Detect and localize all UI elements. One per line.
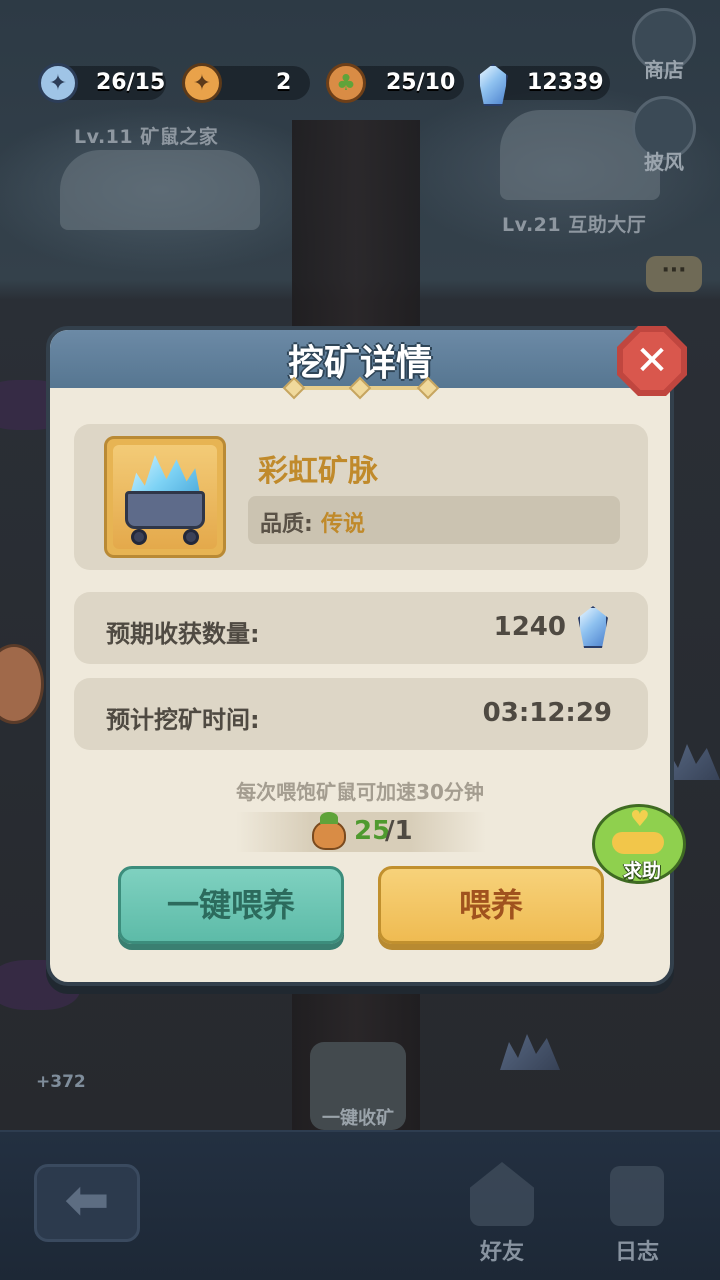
nav-log-label[interactable]: 日志 bbox=[597, 1234, 677, 1266]
carrot-basket-icon bbox=[312, 820, 346, 850]
expected-yield-value: 1240 bbox=[493, 612, 566, 642]
building-label-help-hall[interactable]: Lv.21 互助大厅 bbox=[502, 210, 646, 237]
quality-label: 品质: bbox=[260, 512, 313, 537]
mine-gain-label: +372 bbox=[36, 1072, 86, 1092]
back-button[interactable]: ⬅ bbox=[34, 1164, 140, 1242]
building-label-rat-home[interactable]: Lv.11 矿鼠之家 bbox=[74, 122, 218, 149]
close-icon: ✕ bbox=[623, 332, 681, 390]
expected-time-label: 预计挖矿时间: bbox=[106, 706, 260, 734]
nav-friends-label[interactable]: 好友 bbox=[462, 1234, 542, 1266]
expected-yield-label: 预期收获数量: bbox=[106, 620, 260, 648]
feed-required-count: /1 bbox=[385, 816, 413, 846]
log-book-icon[interactable] bbox=[610, 1166, 664, 1226]
shop-label: 商店 bbox=[644, 58, 684, 82]
carrot-leaf-decor bbox=[320, 812, 338, 824]
crystal-mine-cart-icon bbox=[104, 436, 226, 558]
heart-icon: ♥ bbox=[630, 807, 650, 832]
collect-all-label: 一键收矿 bbox=[322, 1108, 394, 1129]
arrow-left-icon: ⬅ bbox=[64, 1168, 110, 1231]
carrot-count: 25/10 bbox=[386, 70, 456, 95]
expected-time-value: 03:12:29 bbox=[482, 698, 612, 728]
building-roof-left bbox=[60, 150, 260, 230]
compass-gold-count: 2 bbox=[276, 70, 292, 95]
feed-hint-text: 每次喂饱矿鼠可加速30分钟 bbox=[236, 780, 484, 804]
chat-bubble-icon[interactable]: ··· bbox=[646, 256, 702, 292]
feed-all-button[interactable]: 一键喂养 bbox=[118, 866, 344, 944]
feed-button[interactable]: 喂养 bbox=[378, 866, 604, 944]
compass-icon: ✦ bbox=[38, 63, 78, 103]
quality-value: 传说 bbox=[321, 512, 366, 537]
help-label: 求助 bbox=[622, 860, 661, 882]
cloak-label: 披风 bbox=[644, 150, 684, 174]
gem-count: 12339 bbox=[527, 70, 604, 95]
mine-name: 彩虹矿脉 bbox=[258, 454, 378, 489]
hand-icon bbox=[612, 832, 664, 854]
close-button[interactable]: ✕ bbox=[617, 326, 687, 396]
carrot-basket-icon: ♣ bbox=[326, 63, 366, 103]
compass-count: 26/15 bbox=[96, 70, 166, 95]
compass-icon: ✦ bbox=[182, 63, 222, 103]
